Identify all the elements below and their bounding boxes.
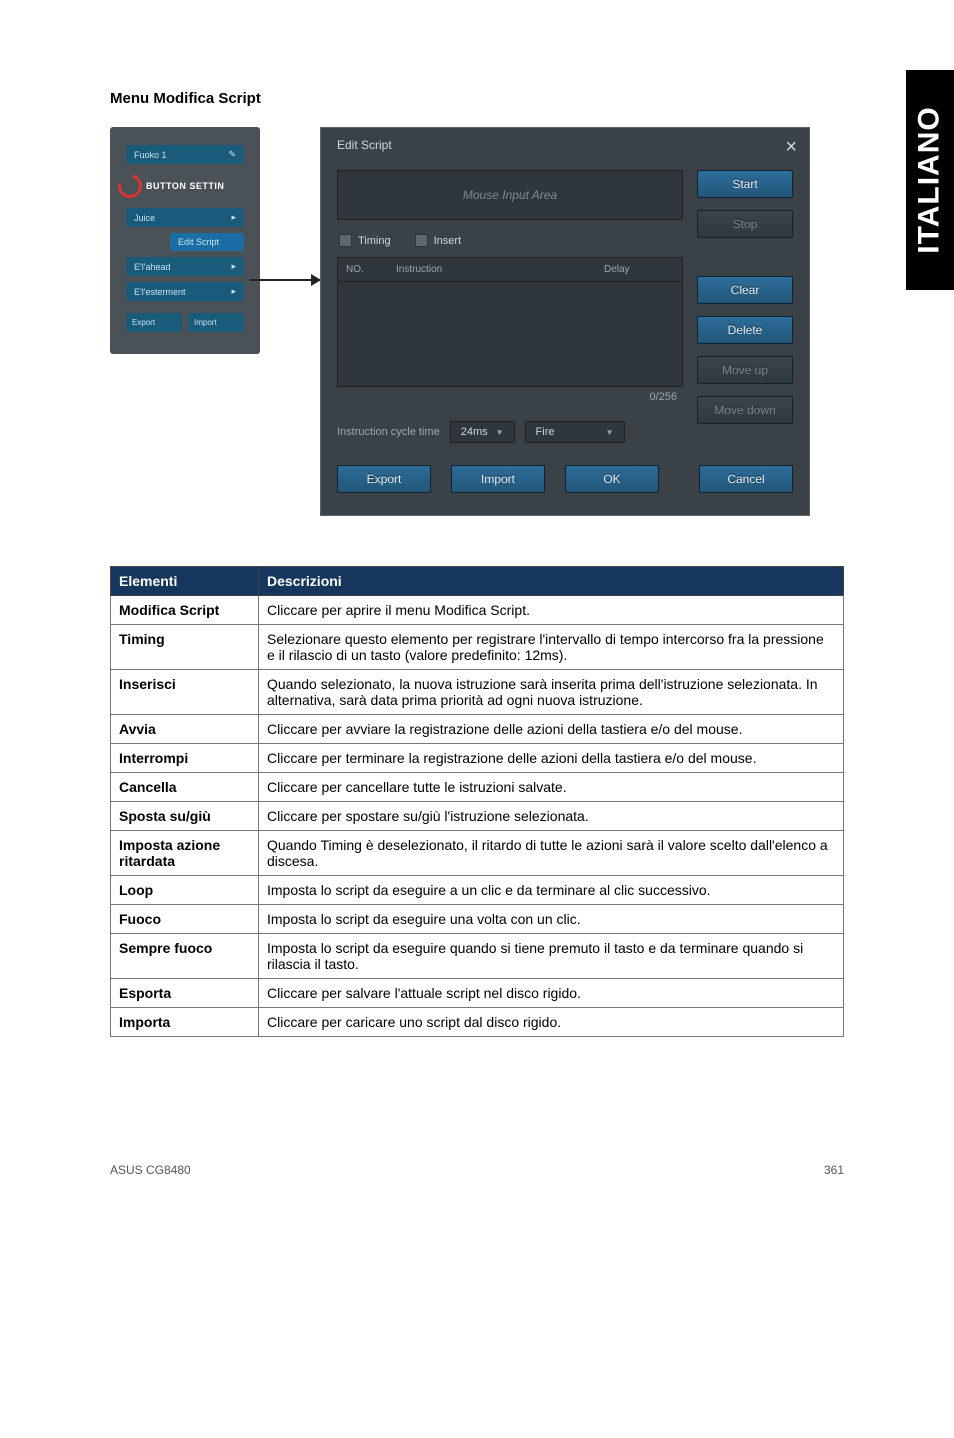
table-row: Sposta su/giùCliccare per spostare su/gi… [111,802,844,831]
left-item-3[interactable]: E'l'esterment▸ [126,282,244,301]
chevron-right-icon: ▸ [231,212,236,223]
language-label: ITALIANO [913,106,947,253]
close-icon[interactable]: × [785,136,797,159]
chevron-right-icon: ▸ [231,261,236,272]
table-row: ImportaCliccare per caricare uno script … [111,1008,844,1037]
chevron-down-icon: ▼ [606,428,614,437]
mouse-input-area[interactable]: Mouse Input Area [337,170,683,220]
table-header-descrizioni: Descrizioni [259,567,844,596]
logo-row: BUTTON SETTIN [118,174,260,198]
chevron-right-icon: ▸ [231,286,236,297]
dialog-title: Edit Script [321,128,809,170]
col-no: NO. [346,264,396,275]
left-export-button[interactable]: Export [126,313,182,332]
table-row: CancellaCliccare per cancellare tutte le… [111,773,844,802]
checkbox-icon [415,234,428,247]
move-down-button: Move down [697,396,793,424]
logo-text: BUTTON SETTIN [146,181,224,191]
left-panel: Fuoko 1 ✎ BUTTON SETTIN Juice▸ Edit Scri… [110,127,260,354]
move-up-button: Move up [697,356,793,384]
profile-label: Fuoko 1 [134,150,167,160]
table-row: Imposta azione ritardataQuando Timing è … [111,831,844,876]
export-button[interactable]: Export [337,465,431,493]
ok-button[interactable]: OK [565,465,659,493]
stop-button: Stop [697,210,793,238]
instruction-counter: 0/256 [337,387,683,407]
table-row: AvviaCliccare per avviare la registrazio… [111,715,844,744]
fire-mode-dropdown[interactable]: Fire▼ [525,421,625,443]
pencil-icon: ✎ [228,149,236,160]
footer-model: ASUS CG8480 [110,1163,191,1177]
start-button[interactable]: Start [697,170,793,198]
profile-chip[interactable]: Fuoko 1 ✎ [126,145,244,164]
section-title: Menu Modifica Script [110,90,844,107]
timing-toggle[interactable]: Timing [339,234,391,247]
left-item-0[interactable]: Juice▸ [126,208,244,227]
insert-toggle[interactable]: Insert [415,234,462,247]
edit-script-chip[interactable]: Edit Script [170,233,244,251]
table-row: EsportaCliccare per salvare l'attuale sc… [111,979,844,1008]
table-row: InserisciQuando selezionato, la nuova is… [111,670,844,715]
logo-icon [114,170,147,203]
language-tab: ITALIANO [906,70,954,290]
cycle-time-dropdown[interactable]: 24ms▼ [450,421,515,443]
col-delay: Delay [604,264,674,275]
table-row: FuocoImposta lo script da eseguire una v… [111,905,844,934]
table-row: Modifica ScriptCliccare per aprire il me… [111,596,844,625]
col-instruction: Instruction [396,264,604,275]
table-row: InterrompiCliccare per terminare la regi… [111,744,844,773]
table-row: Sempre fuocoImposta lo script da eseguir… [111,934,844,979]
chevron-down-icon: ▼ [496,428,504,437]
figure: Fuoko 1 ✎ BUTTON SETTIN Juice▸ Edit Scri… [110,127,844,516]
cycle-label: Instruction cycle time [337,426,440,438]
table-header-elementi: Elementi [111,567,259,596]
arrow-icon [250,279,320,281]
table-row: LoopImposta lo script da eseguire a un c… [111,876,844,905]
delete-button[interactable]: Delete [697,316,793,344]
instruction-table[interactable]: NO. Instruction Delay [337,257,683,387]
clear-button[interactable]: Clear [697,276,793,304]
footer-page-number: 361 [824,1163,844,1177]
edit-script-dialog: Edit Script × Mouse Input Area Timing In… [320,127,810,516]
left-item-2[interactable]: E'l'ahead▸ [126,257,244,276]
checkbox-icon [339,234,352,247]
description-table: Elementi Descrizioni Modifica ScriptClic… [110,566,844,1037]
import-button[interactable]: Import [451,465,545,493]
table-row: TimingSelezionare questo elemento per re… [111,625,844,670]
left-import-button[interactable]: Import [188,313,244,332]
cancel-button[interactable]: Cancel [699,465,793,493]
